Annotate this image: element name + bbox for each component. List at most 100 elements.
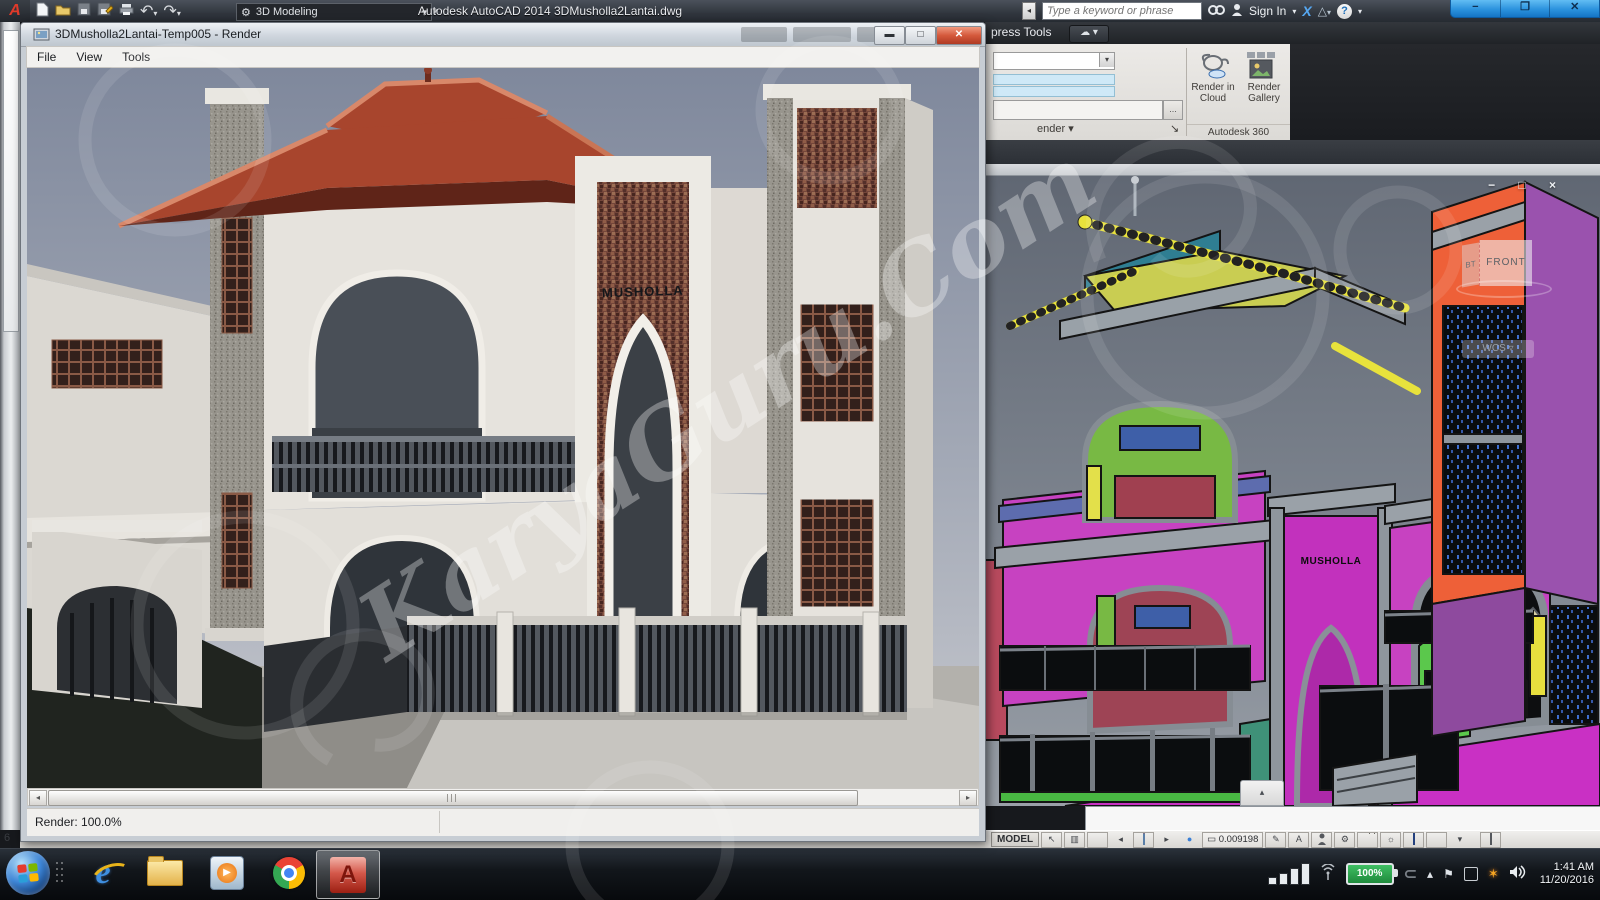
render-building-sign: MUSHOLLA [602, 283, 684, 301]
viewcube[interactable]: BT FRONT [1462, 236, 1542, 296]
annotation-edit-icon[interactable]: ✎ [1265, 832, 1286, 848]
clean-screen-icon[interactable] [1480, 832, 1501, 848]
taskbar-chrome[interactable] [270, 854, 308, 892]
quick-view-drawings-icon[interactable] [1133, 832, 1154, 848]
taskbar-explorer[interactable] [146, 854, 184, 892]
status-menu-icon[interactable]: ▾ [1449, 832, 1470, 848]
antenna-icon[interactable] [1320, 864, 1336, 885]
autodesk-360-panel-label[interactable]: Autodesk 360 [1187, 124, 1290, 138]
browse-button[interactable]: ... [1163, 100, 1183, 120]
ribbon-empty-area [1290, 44, 1600, 140]
render-progress-text: Render: 100.0% [27, 815, 122, 829]
render-exposure-slider[interactable] [993, 86, 1115, 97]
render-window-title: 3DMusholla2Lantai-Temp005 - Render [55, 23, 261, 45]
render-output-field[interactable] [993, 100, 1163, 120]
render-restore-button[interactable]: □ [905, 26, 936, 45]
cursor-icon[interactable]: ↖ [1041, 832, 1062, 848]
sign-in-dropdown-icon[interactable]: ▾ [1292, 7, 1296, 16]
volume-icon[interactable] [1509, 865, 1526, 884]
viewport-top-edge [985, 164, 1600, 176]
viewcube-compass-ring[interactable] [1456, 280, 1552, 298]
render-preset-combobox[interactable]: ▾ [993, 52, 1115, 70]
restore-button[interactable]: ❐ [1501, 0, 1551, 17]
exchange-apps-icon[interactable]: X [1302, 3, 1311, 19]
viewport-building-sign: MUSHOLLA [1301, 556, 1362, 567]
render-minimize-button[interactable]: ▬ [874, 26, 905, 45]
gear-workspace-icon[interactable]: ⚙ [1334, 832, 1355, 848]
help-button[interactable]: ? [1337, 4, 1352, 19]
clock[interactable]: 1:41 AM 11/20/2016 [1540, 861, 1594, 887]
ghost-ribbon-tab [741, 27, 787, 42]
infocenter: ◂ Sign In ▾ X △▾ ? ▾ [1022, 2, 1362, 20]
start-button[interactable] [6, 851, 50, 895]
search-input[interactable] [1042, 2, 1202, 20]
render-in-cloud-label[interactable]: Render inCloud [1187, 82, 1239, 104]
search-icon[interactable] [1208, 4, 1225, 19]
render-gallery-icon[interactable] [1245, 50, 1277, 85]
tray-time: 1:41 AM [1554, 861, 1594, 873]
hardware-accel-icon[interactable]: ☼ [1380, 832, 1401, 848]
taskbar-autocad-active[interactable]: A [316, 850, 380, 899]
render-horizontal-scrollbar[interactable]: ◂ ▸ [27, 788, 979, 806]
render-gallery-label[interactable]: RenderGallery [1241, 82, 1287, 104]
sign-in-button[interactable]: Sign In [1249, 4, 1286, 18]
ribbon-tab-row: press Tools ☁ ▾ [985, 22, 1600, 44]
taskbar-media-player[interactable]: ▶ [208, 854, 246, 892]
infocenter-collapse-button[interactable]: ◂ [1022, 2, 1036, 20]
command-line[interactable] [1085, 806, 1600, 832]
menu-file[interactable]: File [27, 50, 66, 64]
ribbon-lower-edge [985, 140, 1600, 164]
tool-palette-strip[interactable] [0, 22, 20, 830]
action-center-flag-icon[interactable]: ⚑ [1443, 867, 1454, 881]
signal-strength-icon[interactable] [1268, 863, 1310, 885]
nav-left-icon[interactable]: ◂ [1110, 832, 1131, 848]
system-tray: 100% ⊂ ▴ ⚑ ✶ 1:41 AM 11/20/2016 [1268, 848, 1594, 900]
ribbon-render-panel: ▾ ... ender ▾ ↘ Render inCloud RenderGal… [985, 44, 1290, 141]
help-dropdown-icon[interactable]: ▾ [1358, 7, 1362, 16]
close-button[interactable]: ✕ [1550, 0, 1599, 17]
render-quality-slider[interactable] [993, 74, 1115, 85]
nav-right-icon[interactable]: ▸ [1156, 832, 1177, 848]
viewport-scrollbar-fragment[interactable]: ▴ [1240, 780, 1284, 806]
annotation-scale-icon[interactable]: A [1288, 832, 1309, 848]
drawing-window-controls[interactable]: − □ × [1488, 178, 1566, 192]
cloud-menu-button[interactable]: ☁ ▾ [1069, 25, 1109, 43]
render-in-cloud-icon[interactable] [1197, 50, 1231, 85]
steering-wheel-icon[interactable]: ● [1179, 832, 1200, 848]
autodesk-360-panel: Render inCloud RenderGallery Autodesk 36… [1187, 44, 1290, 140]
menu-view[interactable]: View [66, 50, 112, 64]
menu-tools[interactable]: Tools [112, 50, 160, 64]
device-icon[interactable] [1464, 867, 1478, 881]
autodesk360-icon[interactable]: △▾ [1318, 4, 1331, 18]
window-title: Autodesk AutoCAD 2014 3DMusholla2Lantai.… [0, 0, 1100, 22]
minaret-tower [763, 84, 933, 708]
wcs-menu[interactable]: WCS ▿ [1462, 340, 1534, 358]
desktop: A ↶▾ ↷▾ ⚙ 3D Modeling ▾ ▾ Autodesk AutoC… [0, 0, 1600, 900]
quick-view-layouts-icon[interactable]: ▥ [1064, 832, 1085, 848]
isolate-objects-icon[interactable] [1403, 832, 1424, 848]
render-window-titlebar[interactable]: 3DMusholla2Lantai-Temp005 - Render ▬ □ ✕ [21, 23, 985, 47]
autocad-icon: A [330, 857, 366, 893]
battery-indicator[interactable]: 100% [1346, 863, 1394, 885]
palette-panel [3, 30, 19, 332]
scroll-left-icon[interactable]: ◂ [29, 790, 47, 806]
minimize-button[interactable]: − [1451, 0, 1501, 17]
update-starburst-icon[interactable]: ✶ [1488, 866, 1499, 882]
model-space-button[interactable]: MODEL [991, 832, 1039, 847]
tab-express-tools[interactable]: press Tools [991, 25, 1051, 39]
coordinate-display[interactable]: ▭ 0.009198 [1202, 832, 1263, 848]
power-plug-icon[interactable]: ⊂ [1404, 864, 1417, 884]
blank-toggle[interactable] [1087, 832, 1108, 848]
hidden-icons-arrow[interactable]: ▴ [1427, 867, 1433, 881]
taskbar-pin-dots [56, 862, 66, 886]
lightbulb-icon[interactable] [1426, 832, 1447, 848]
scroll-thumb[interactable] [48, 790, 858, 806]
drawing-viewport[interactable]: MUSHOLLA − □ × BT FRONT WCS ▿ ▴ [985, 164, 1600, 806]
lock-icon[interactable] [1357, 832, 1378, 848]
user-icon [1231, 3, 1243, 19]
render-statusbar: Render: 100.0% [27, 808, 979, 836]
scroll-right-icon[interactable]: ▸ [959, 790, 977, 806]
render-close-button[interactable]: ✕ [936, 26, 982, 45]
annotation-visibility-icon[interactable] [1311, 832, 1332, 848]
taskbar-internet-explorer[interactable]: e [84, 854, 122, 892]
